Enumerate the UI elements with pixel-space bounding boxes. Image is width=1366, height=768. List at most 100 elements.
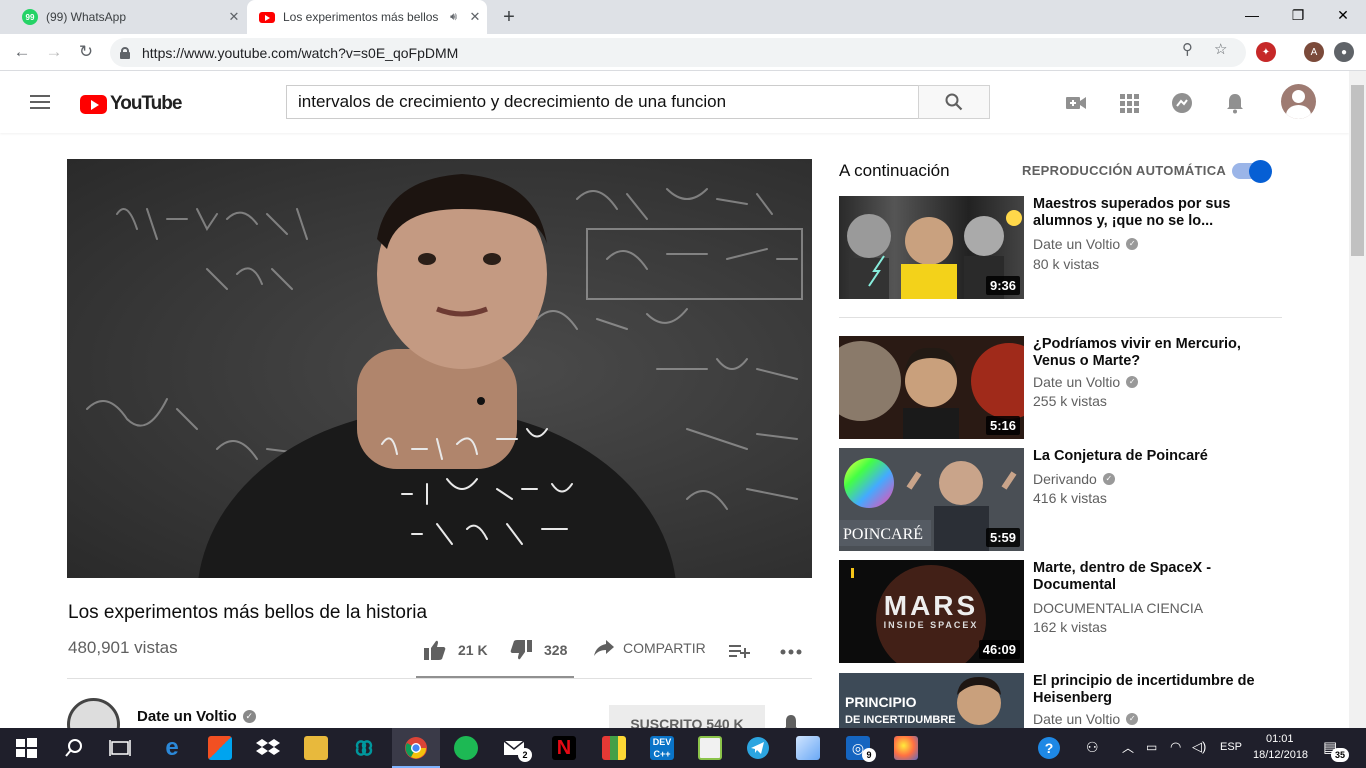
dropbox-icon[interactable] [256, 736, 280, 760]
video-thumbnail[interactable]: 9:36 [839, 196, 1024, 299]
close-tab-icon[interactable]: ✕ [222, 9, 246, 25]
user-avatar[interactable] [1281, 84, 1316, 119]
video-thumbnail[interactable]: 5:16 [839, 336, 1024, 439]
recommended-video[interactable]: 5:16 ¿Podríamos vivir en Mercurio, Venus… [839, 336, 1282, 439]
zoom-icon[interactable]: ⚲ [1182, 40, 1193, 58]
store-icon[interactable] [208, 736, 232, 760]
speaker-icon[interactable]: 🔊︎ [450, 11, 457, 24]
recommended-video[interactable]: MARS INSIDE SPACEX 46:09 Marte, dentro d… [839, 560, 1282, 663]
thumbnail-text: MARS [884, 590, 978, 621]
volume-icon[interactable]: ◁) [1192, 739, 1206, 755]
browser-tab-strip: 99 (99) WhatsApp ✕ Los experimentos más … [0, 0, 1366, 34]
channel-name-text: Date un Voltio [1033, 711, 1121, 727]
wifi-icon[interactable]: ◠ [1170, 739, 1181, 755]
share-label: COMPARTIR [623, 640, 706, 656]
spotify-icon[interactable] [454, 736, 478, 760]
video-duration: 46:09 [978, 640, 1020, 659]
close-window-button[interactable]: ✕ [1320, 0, 1366, 30]
thumbnail-image: PRINCIPIO DE INCERTIDUMBRE [845, 677, 1001, 726]
video-duration: 9:36 [985, 276, 1020, 295]
file-explorer-icon[interactable] [304, 736, 328, 760]
recommended-video[interactable]: PRINCIPIO DE INCERTIDUMBRE El principio … [839, 673, 1282, 728]
view-count: 416 k vistas [1033, 490, 1107, 506]
back-button[interactable]: ← [10, 40, 34, 64]
forward-button[interactable]: → [42, 40, 66, 64]
video-duration: 5:59 [985, 528, 1020, 547]
paint-icon[interactable] [894, 736, 918, 760]
recommended-video[interactable]: POINCARÉ 5:59 La Conjetura de Poincaré D… [839, 448, 1282, 551]
video-thumbnail[interactable]: POINCARÉ 5:59 [839, 448, 1024, 551]
video-player[interactable] [67, 159, 812, 578]
create-video-icon[interactable] [1064, 91, 1088, 115]
clock-time[interactable]: 01:01 [1266, 733, 1294, 745]
address-bar[interactable]: https://www.youtube.com/watch?v=s0E_qoFp… [110, 38, 1246, 67]
search-icon[interactable] [62, 736, 86, 760]
like-button[interactable]: 21 K [424, 640, 488, 660]
telegram-icon[interactable] [746, 736, 770, 760]
view-count: 162 k vistas [1033, 619, 1107, 635]
lock-icon[interactable] [120, 46, 130, 59]
new-tab-button[interactable]: + [498, 6, 520, 28]
more-options-icon[interactable] [780, 649, 802, 655]
battery-icon[interactable]: ▭ [1146, 740, 1157, 754]
tray-expand-icon[interactable]: ︿ [1122, 739, 1134, 756]
chrome-icon[interactable] [404, 736, 428, 760]
clock-date[interactable]: 18/12/2018 [1253, 749, 1308, 761]
notifications-bell-icon[interactable] [1223, 91, 1247, 115]
menu-icon[interactable] [30, 95, 50, 109]
channel-name[interactable]: Date un Voltio ✓ [137, 708, 256, 725]
page-scrollbar[interactable] [1349, 71, 1366, 728]
dislike-count: 328 [544, 642, 568, 658]
app-icon[interactable] [602, 736, 626, 760]
extension-icon[interactable]: ✦ [1256, 42, 1276, 62]
dev-app-icon[interactable]: DEV C++ [650, 736, 674, 760]
video-title[interactable]: Maestros superados por sus alumnos y, ¡q… [1033, 196, 1273, 230]
bookmark-star-icon[interactable]: ☆ [1214, 40, 1227, 58]
reload-button[interactable]: ↻ [74, 40, 98, 64]
task-view-icon[interactable] [108, 736, 132, 760]
tab-youtube-video[interactable]: Los experimentos más bellos 🔊︎ ✕ [247, 0, 487, 34]
minimize-button[interactable]: — [1229, 0, 1275, 30]
netflix-icon[interactable]: N [552, 736, 576, 760]
youtube-logo[interactable]: YouTube [80, 93, 182, 115]
share-button[interactable]: COMPARTIR [594, 640, 706, 656]
messages-icon[interactable] [1170, 91, 1194, 115]
search-icon [945, 93, 963, 111]
logo-text: YouTube [110, 93, 182, 114]
video-title[interactable]: El principio de incertidumbre de Heisenb… [1033, 673, 1273, 707]
tab-whatsapp[interactable]: 99 (99) WhatsApp ✕ [8, 0, 246, 34]
language-indicator[interactable]: ESP [1220, 741, 1242, 753]
restore-button[interactable]: ❐ [1275, 0, 1321, 30]
verified-check-icon: ✓ [1126, 376, 1139, 388]
video-thumbnail[interactable]: PRINCIPIO DE INCERTIDUMBRE [839, 673, 1024, 728]
edge-icon[interactable]: e [160, 736, 184, 760]
search-button[interactable] [918, 85, 990, 119]
people-icon[interactable]: ⚇ [1086, 739, 1099, 756]
help-icon[interactable]: ? [1038, 737, 1060, 759]
arduino-icon[interactable] [352, 736, 376, 760]
video-title[interactable]: La Conjetura de Poincaré [1033, 448, 1273, 465]
autoplay-toggle-knob[interactable] [1249, 160, 1272, 183]
scrollbar-thumb[interactable] [1351, 85, 1364, 256]
chart-app-icon[interactable] [698, 736, 722, 760]
channel-name: Date un Voltio ✓ [1033, 236, 1139, 252]
chrome-menu-icon[interactable]: ● [1334, 42, 1354, 62]
recommended-video[interactable]: 9:36 Maestros superados por sus alumnos … [839, 196, 1282, 299]
dislike-button[interactable]: 328 [510, 640, 567, 660]
close-tab-icon[interactable]: ✕ [463, 9, 487, 25]
search-input[interactable]: intervalos de crecimiento y decrecimient… [286, 85, 919, 119]
profile-avatar[interactable]: A [1304, 42, 1324, 62]
video-title: Los experimentos más bellos de la histor… [68, 602, 428, 623]
notification-count: 35 [1331, 748, 1349, 762]
3d-app-icon[interactable] [796, 736, 820, 760]
video-thumbnail[interactable]: MARS INSIDE SPACEX 46:09 [839, 560, 1024, 663]
windows-start-icon[interactable] [14, 736, 38, 760]
add-to-playlist-icon[interactable] [729, 643, 751, 661]
video-title[interactable]: ¿Podríamos vivir en Mercurio, Venus o Ma… [1033, 336, 1273, 370]
video-title[interactable]: Marte, dentro de SpaceX - Documental [1033, 560, 1273, 594]
verified-check-icon: ✓ [1102, 473, 1115, 485]
channel-name-text: Date un Voltio [1033, 236, 1121, 252]
apps-grid-icon[interactable] [1117, 91, 1141, 115]
thumbs-down-icon [510, 640, 532, 660]
verified-check-icon: ✓ [242, 710, 256, 723]
